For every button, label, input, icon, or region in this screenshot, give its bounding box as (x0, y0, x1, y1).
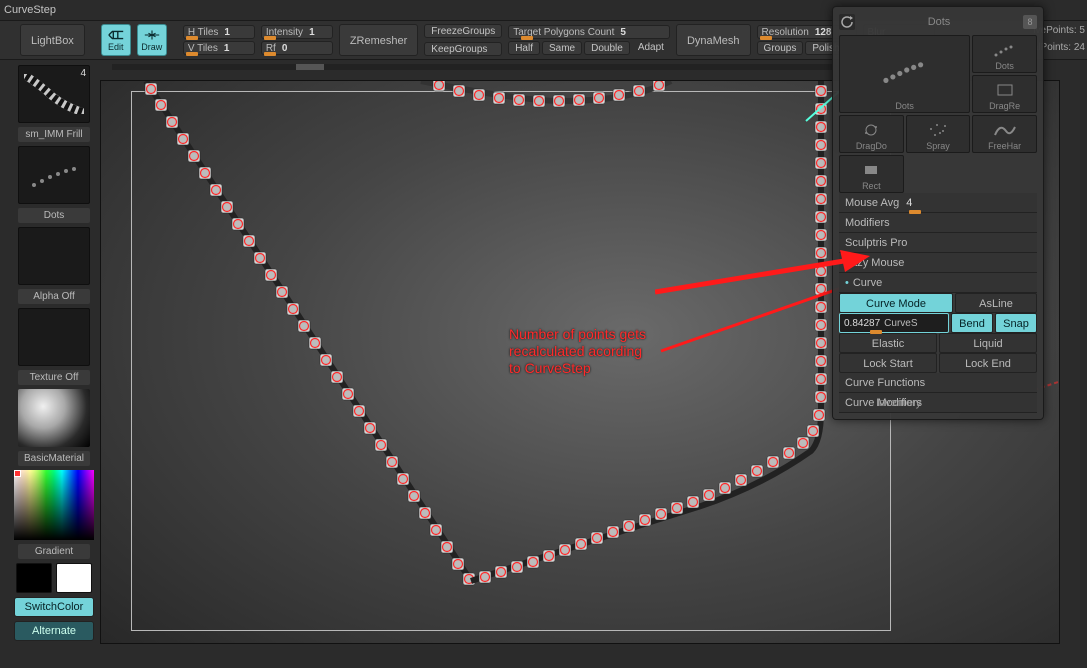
target-value: 5 (620, 27, 626, 38)
groups-button[interactable]: Groups (757, 41, 804, 55)
brush-thumbnail[interactable]: 4 (18, 65, 90, 123)
asline-button[interactable]: AsLine (955, 293, 1037, 313)
curve-mode-button[interactable]: Curve Mode (839, 293, 953, 313)
htiles-slider[interactable]: H Tiles 1 (183, 25, 255, 39)
texture-thumbnail[interactable] (18, 308, 90, 366)
alpha-label: Alpha Off (18, 289, 90, 304)
rf-slider[interactable]: Rf 0 (261, 41, 333, 55)
toolbar-scrollbar-thumb[interactable] (296, 64, 324, 70)
stroke-palette[interactable]: Dots 8 Dots Dots DragRe DragDo Spray (832, 6, 1044, 420)
palette-title: Dots (928, 16, 951, 28)
edit-button[interactable]: Edit (101, 24, 131, 56)
color-picker[interactable] (14, 470, 94, 540)
bend-button[interactable]: Bend (951, 313, 993, 333)
half-button[interactable]: Half (508, 41, 540, 55)
rf-value: 0 (282, 43, 288, 54)
dynamesh-button[interactable]: DynaMesh (676, 24, 751, 56)
lockend-button[interactable]: Lock End (939, 353, 1037, 373)
target-polygons-slider[interactable]: Target Polygons Count 5 (508, 25, 670, 39)
vtiles-slider[interactable]: V Tiles 1 (183, 41, 255, 55)
adapt-button[interactable]: Adapt (632, 41, 670, 55)
htiles-value: 1 (224, 27, 230, 38)
curve-functions-section[interactable]: Curve Functions (839, 373, 1037, 393)
curve-modifiers-section[interactable]: Curve Modifiers (839, 393, 1037, 413)
intensity-value: 1 (309, 27, 315, 38)
swatch-white[interactable] (56, 563, 92, 593)
lightbox-button[interactable]: LightBox (20, 24, 85, 56)
stroke-spray-label: Spray (907, 141, 970, 151)
alternate-button[interactable]: Alternate (14, 621, 94, 641)
resolution-value: 128 (815, 27, 832, 38)
palette-undo-icon[interactable] (839, 14, 855, 30)
mouse-avg-slider[interactable]: Mouse Avg 4 (839, 193, 1037, 213)
curvestep-slider[interactable]: 0.84287 CurveS (839, 313, 949, 333)
stroke-freehand[interactable]: FreeHar (972, 115, 1037, 153)
gradient-label[interactable]: Gradient (18, 544, 90, 559)
left-dock: 4 sm_IMM Frill Dots Alpha Off Texture Of… (14, 65, 94, 641)
alpha-thumbnail[interactable] (18, 227, 90, 285)
sculptris-section[interactable]: Sculptris Pro (839, 233, 1037, 253)
stroke-spray[interactable]: Spray (906, 115, 971, 153)
stroke-freehand-label: FreeHar (973, 141, 1036, 151)
curvestep-label: CurveS (884, 314, 917, 332)
draw-button[interactable]: Draw (137, 24, 167, 56)
stroke-dots-label: Dots (973, 61, 1036, 71)
keepgroups-button[interactable]: KeepGroups (424, 42, 502, 56)
stroke-thumbnail[interactable] (18, 146, 90, 204)
stroke-dragdot[interactable]: DragDo (839, 115, 904, 153)
stroke-dragrect-label: DragRe (973, 101, 1036, 111)
draw-label: Draw (141, 42, 162, 52)
stroke-rect[interactable]: Rect (839, 155, 904, 193)
curve-section[interactable]: Curve (839, 273, 1037, 293)
stroke-dragrect[interactable]: DragRe (972, 75, 1037, 113)
color-picker-marker (14, 470, 21, 477)
zremesher-button[interactable]: ZRemesher (339, 24, 418, 56)
intensity-slider[interactable]: Intensity 1 (261, 25, 333, 39)
stroke-preview-large-label: Dots (840, 101, 969, 111)
brush-name-label: sm_IMM Frill (18, 127, 90, 142)
stroke-dragdot-label: DragDo (840, 141, 903, 151)
vtiles-value: 1 (224, 43, 230, 54)
double-button[interactable]: Double (584, 41, 630, 55)
freezegroups-button[interactable]: FreezeGroups (424, 24, 502, 38)
stroke-dots[interactable]: Dots (972, 35, 1037, 73)
mouse-avg-label: Mouse Avg (845, 197, 899, 209)
swatch-black[interactable] (16, 563, 52, 593)
same-button[interactable]: Same (542, 41, 582, 55)
modifiers-section[interactable]: Modifiers (839, 213, 1037, 233)
lockstart-button[interactable]: Lock Start (839, 353, 937, 373)
stroke-preview-large[interactable]: Dots (839, 35, 970, 113)
app-title: CurveStep (4, 4, 56, 16)
brush-count: 4 (80, 68, 86, 79)
snap-button[interactable]: Snap (995, 313, 1037, 333)
liquid-button[interactable]: Liquid (939, 333, 1037, 353)
material-label: BasicMaterial (18, 451, 90, 466)
mouse-avg-value: 4 (906, 197, 912, 209)
stroke-name-label: Dots (18, 208, 90, 223)
palette-close-button[interactable]: 8 (1023, 15, 1037, 29)
inventory-label[interactable]: Inventory (876, 397, 921, 409)
lazymouse-section[interactable]: Lazy Mouse (839, 253, 1037, 273)
material-thumbnail[interactable] (18, 389, 90, 447)
texture-label: Texture Off (18, 370, 90, 385)
stroke-rect-label: Rect (840, 181, 903, 191)
edit-label: Edit (108, 42, 124, 52)
annotation-text: Number of points gets recalculated acord… (509, 326, 646, 377)
switchcolor-button[interactable]: SwitchColor (14, 597, 94, 617)
elastic-button[interactable]: Elastic (839, 333, 937, 353)
